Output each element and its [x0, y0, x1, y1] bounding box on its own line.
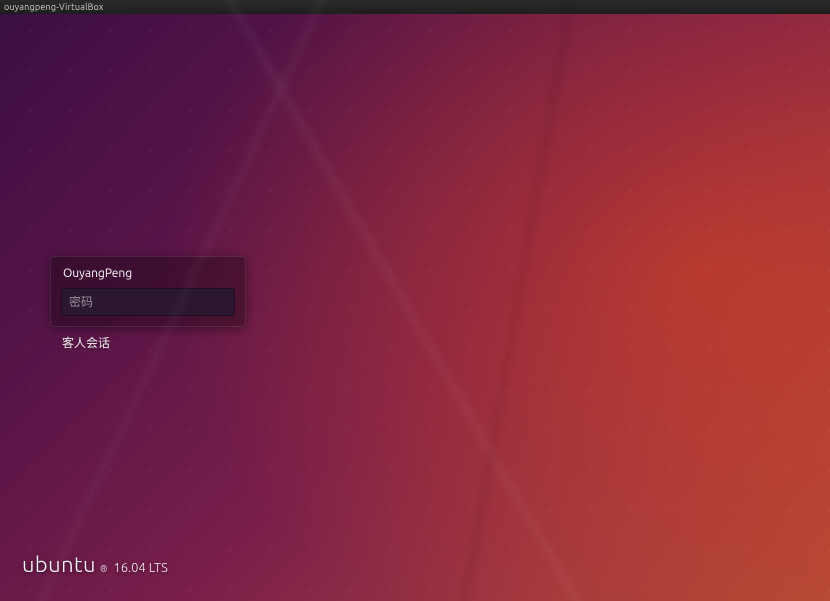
window-titlebar: ouyangpeng-VirtualBox [0, 0, 830, 14]
lock-screen-background: ouyangpeng-VirtualBox OuyangPeng 客人会话 ub… [0, 0, 830, 601]
password-input[interactable] [63, 290, 233, 314]
os-version: 16.04 LTS [113, 561, 167, 575]
registered-mark: ® [100, 564, 107, 574]
window-title: ouyangpeng-VirtualBox [4, 2, 104, 12]
guest-session-button[interactable]: 客人会话 [62, 334, 110, 351]
password-field-wrap [61, 288, 235, 316]
os-brand: ubuntu ® 16.04 LTS [22, 552, 168, 577]
os-name: ubuntu [22, 552, 96, 577]
username-label: OuyangPeng [61, 267, 235, 288]
login-card: OuyangPeng [50, 256, 246, 327]
